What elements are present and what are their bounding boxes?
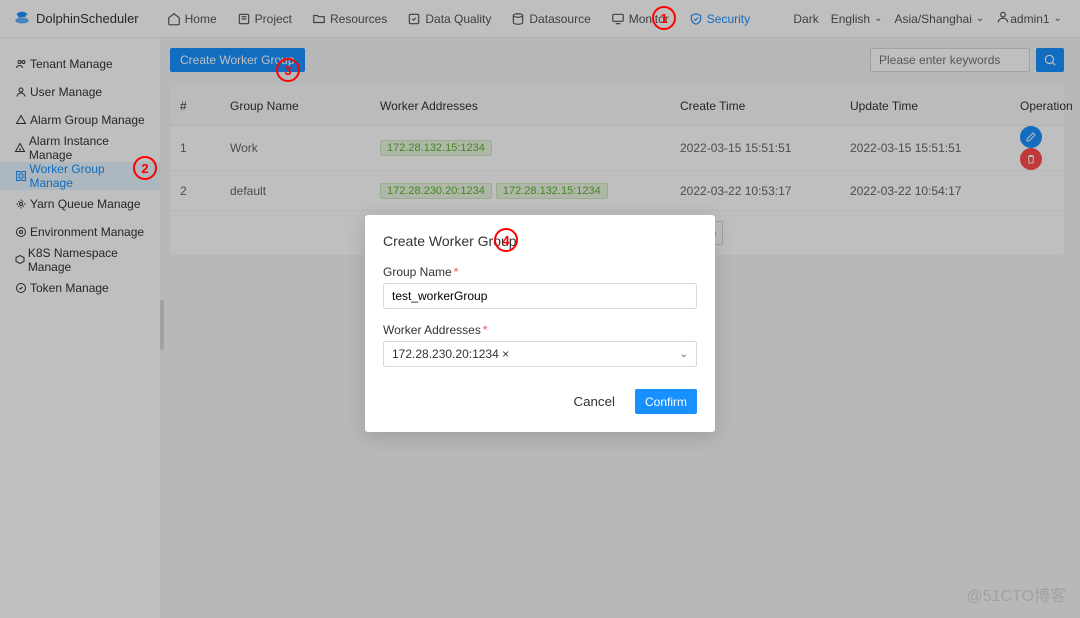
modal-overlay[interactable]: Create Worker Group Group Name* Worker A…: [0, 0, 1080, 618]
confirm-button[interactable]: Confirm: [635, 389, 697, 414]
worker-addr-label: Worker Addresses*: [383, 323, 697, 337]
worker-addr-select[interactable]: 172.28.230.20:1234 × ⌄: [383, 341, 697, 367]
modal-title: Create Worker Group: [383, 233, 697, 249]
group-name-label: Group Name*: [383, 265, 697, 279]
chevron-down-icon: ⌄: [680, 349, 688, 360]
group-name-input[interactable]: [383, 283, 697, 309]
selected-address-tag: 172.28.230.20:1234 ×: [392, 347, 509, 361]
required-icon: *: [454, 265, 459, 279]
create-worker-group-modal: Create Worker Group Group Name* Worker A…: [365, 215, 715, 432]
cancel-button[interactable]: Cancel: [563, 389, 625, 414]
watermark: @51CTO博客: [966, 582, 1066, 606]
required-icon: *: [483, 323, 488, 337]
